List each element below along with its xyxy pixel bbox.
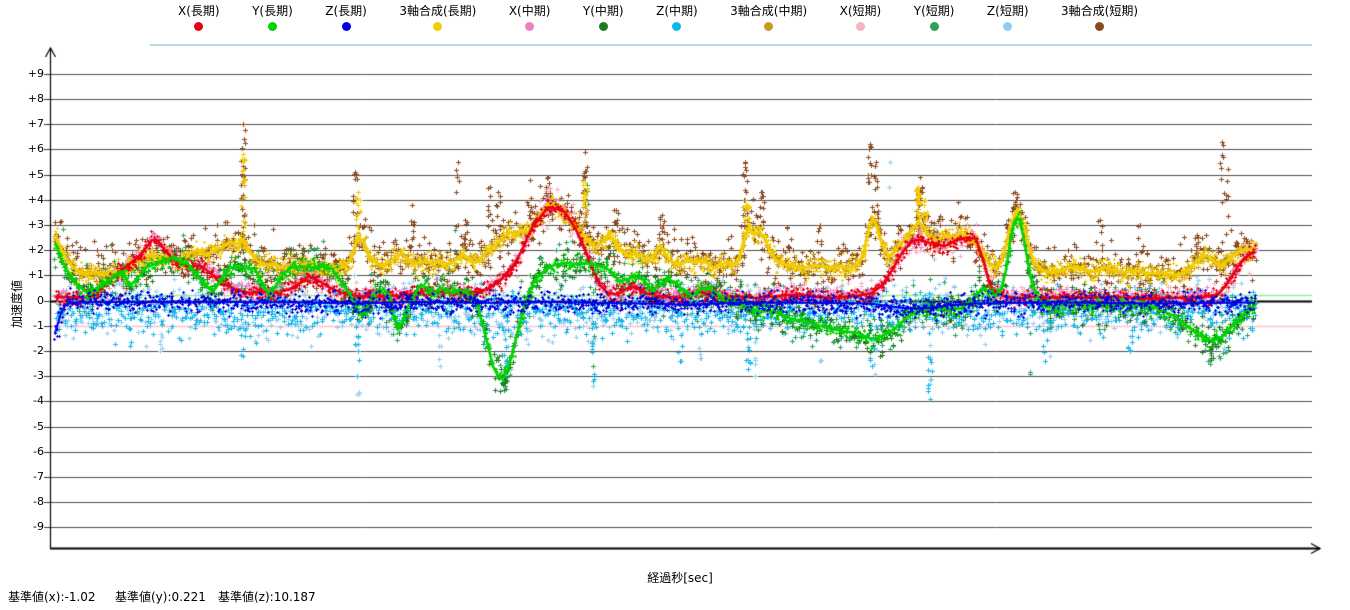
- y-tick-+5: +5: [14, 168, 44, 182]
- legend-item-3軸合成(中期): 3軸合成(中期): [730, 5, 807, 31]
- legend-item-Y(中期): Y(中期): [583, 5, 624, 31]
- status-bar: 基準値(x):-1.02 基準値(y):0.221 基準値(z):10.187: [0, 588, 1350, 606]
- y-tick--3: -3: [14, 369, 44, 383]
- legend-color-dot: [1095, 22, 1104, 31]
- legend-color-dot: [599, 22, 608, 31]
- x-axis-title: 経過秒[sec]: [600, 569, 760, 586]
- legend-color-dot: [764, 22, 773, 31]
- accelerometer-chart-window: X(長期) Y(長期) Z(長期) 3軸合成(長期) X(中期) Y(中期) Z(中期) 3軸…: [0, 0, 1350, 610]
- legend-separator-line: [150, 44, 1312, 46]
- legend-color-dot: [856, 22, 865, 31]
- y-tick-+2: +2: [14, 243, 44, 257]
- legend-item-Y(長期): Y(長期): [252, 5, 293, 31]
- y-tick-+6: +6: [14, 142, 44, 156]
- legend-label: Z(長期): [325, 5, 367, 18]
- legend-label: X(短期): [840, 5, 882, 18]
- legend-item-X(中期): X(中期): [509, 5, 551, 31]
- legend-item-Y(短期): Y(短期): [914, 5, 955, 31]
- legend-item-Z(短期): Z(短期): [987, 5, 1029, 31]
- legend-item-Z(中期): Z(中期): [656, 5, 698, 31]
- chart-legend: X(長期) Y(長期) Z(長期) 3軸合成(長期) X(中期) Y(中期) Z(中期) 3軸…: [178, 5, 1138, 31]
- baseline-y-value: 基準値(y):0.221: [115, 588, 206, 605]
- y-tick-+9: +9: [14, 67, 44, 81]
- legend-label: X(中期): [509, 5, 551, 18]
- legend-label: 3軸合成(短期): [1061, 5, 1138, 18]
- legend-color-dot: [1003, 22, 1012, 31]
- legend-label: 3軸合成(長期): [399, 5, 476, 18]
- legend-color-dot: [433, 22, 442, 31]
- y-tick--1: -1: [14, 319, 44, 333]
- legend-color-dot: [342, 22, 351, 31]
- y-tick--4: -4: [14, 394, 44, 408]
- y-tick-+4: +4: [14, 193, 44, 207]
- y-tick--8: -8: [14, 495, 44, 509]
- y-tick--5: -5: [14, 420, 44, 434]
- y-tick--7: -7: [14, 470, 44, 484]
- legend-color-dot: [930, 22, 939, 31]
- legend-item-X(短期): X(短期): [840, 5, 882, 31]
- legend-item-X(長期): X(長期): [178, 5, 220, 31]
- chart-canvas: [0, 0, 1350, 610]
- y-tick--2: -2: [14, 344, 44, 358]
- legend-color-dot: [525, 22, 534, 31]
- legend-color-dot: [194, 22, 203, 31]
- y-tick-+3: +3: [14, 218, 44, 232]
- legend-label: Z(中期): [656, 5, 698, 18]
- legend-item-Z(長期): Z(長期): [325, 5, 367, 31]
- legend-color-dot: [672, 22, 681, 31]
- baseline-z-value: 基準値(z):10.187: [218, 588, 316, 605]
- y-tick-+7: +7: [14, 117, 44, 131]
- legend-color-dot: [268, 22, 277, 31]
- legend-label: Y(長期): [252, 5, 293, 18]
- baseline-x-value: 基準値(x):-1.02: [8, 588, 96, 605]
- y-tick-+8: +8: [14, 92, 44, 106]
- legend-label: 3軸合成(中期): [730, 5, 807, 18]
- legend-label: X(長期): [178, 5, 220, 18]
- legend-label: Y(短期): [914, 5, 955, 18]
- legend-label: Y(中期): [583, 5, 624, 18]
- legend-item-3軸合成(短期): 3軸合成(短期): [1061, 5, 1138, 31]
- y-tick-0: 0: [14, 294, 44, 308]
- y-tick--6: -6: [14, 445, 44, 459]
- y-tick-+1: +1: [14, 268, 44, 282]
- legend-label: Z(短期): [987, 5, 1029, 18]
- legend-item-3軸合成(長期): 3軸合成(長期): [399, 5, 476, 31]
- y-tick--9: -9: [14, 520, 44, 534]
